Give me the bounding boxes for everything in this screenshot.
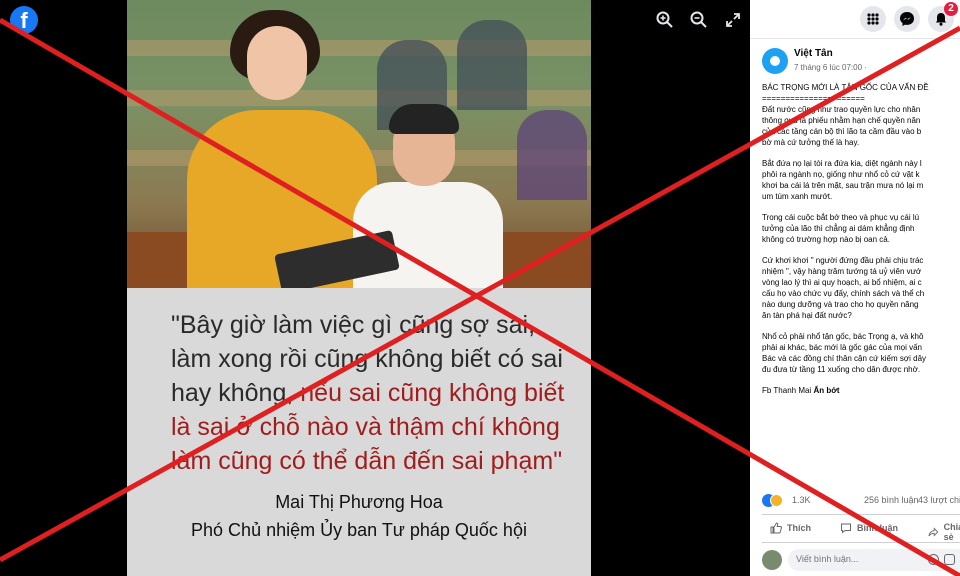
- page-avatar[interactable]: [762, 48, 788, 74]
- comment-input[interactable]: [796, 554, 926, 564]
- messenger-button[interactable]: [894, 6, 920, 32]
- reactions-row: 1.3K 256 bình luận 43 lượt chia sẻ: [762, 494, 960, 508]
- post-paragraph: Đất nước cũng như trao quyền lực cho nhâ…: [762, 105, 922, 147]
- share-icon: [928, 527, 939, 537]
- like-label: Thích: [787, 523, 811, 533]
- notification-badge: 2: [944, 2, 958, 16]
- menu-button[interactable]: [860, 6, 886, 32]
- see-less-link[interactable]: Ẩn bớt: [813, 386, 839, 395]
- fullscreen-icon[interactable]: [723, 10, 743, 30]
- notifications-button[interactable]: 2: [928, 2, 958, 32]
- post-body: BÁC TRỌNG MỚI LÀ TẬN GỐC CỦA VẤN ĐỀ ====…: [762, 82, 960, 406]
- share-button[interactable]: Chia sẻ: [928, 522, 960, 542]
- quote-author-title: Phó Chủ nhiệm Ủy ban Tư pháp Quốc hội: [191, 520, 527, 540]
- quote-author: Mai Thị Phương Hoa: [275, 492, 443, 512]
- messenger-icon: [900, 12, 914, 26]
- haha-reaction-icon: [770, 494, 783, 507]
- post-signature: Fb Thanh Mai Ẩn bớt: [762, 385, 960, 396]
- like-button[interactable]: Thích: [770, 522, 811, 534]
- comment-icon: [841, 523, 851, 534]
- zoom-out-icon[interactable]: [689, 10, 709, 30]
- header-divider: [750, 38, 960, 39]
- post-timestamp[interactable]: 7 tháng 6 lúc 07:00 ·: [794, 63, 867, 72]
- photo-viewer: f "Bây giờ làm việc gì cũng sợ sai, làm …: [0, 0, 750, 576]
- reactions-icons[interactable]: [762, 494, 784, 508]
- screenshot-root: f "Bây giờ làm việc gì cũng sợ sai, làm …: [0, 0, 960, 576]
- action-row: Thích Bình luận Chia sẻ: [762, 520, 960, 542]
- camera-icon[interactable]: [944, 554, 955, 565]
- signature-text: Fb Thanh Mai: [762, 386, 812, 395]
- quote-text: "Bây giờ làm việc gì cũng sợ sai, làm xo…: [171, 308, 571, 478]
- reactions-divider: [762, 514, 960, 515]
- emoji-icon[interactable]: [928, 554, 939, 565]
- reactions-count[interactable]: 1.3K: [792, 495, 811, 505]
- actions-divider: [762, 542, 960, 543]
- comment-label: Bình luận: [857, 523, 898, 533]
- post-paragraph: Trong cái cuộc bắt bớ theo và phục vụ cá…: [762, 213, 920, 244]
- post-image: "Bây giờ làm việc gì cũng sợ sai, làm xo…: [127, 0, 591, 576]
- avatar[interactable]: [762, 550, 782, 570]
- news-photo: [127, 0, 591, 288]
- post-paragraph: Bắt đứa nọ lại tòi ra đứa kia, diệt ngàn…: [762, 159, 924, 201]
- thumbs-up-icon: [770, 522, 782, 534]
- zoom-in-icon[interactable]: [655, 10, 675, 30]
- post-paragraph: Cứ khơi khơi " người đứng đầu phải chịu …: [762, 256, 925, 320]
- share-label: Chia sẻ: [943, 522, 960, 542]
- post-paragraph: Nhổ cỏ phải nhổ tận gốc, bác Trọng ạ, và…: [762, 332, 927, 374]
- page-name[interactable]: Việt Tân: [794, 48, 833, 59]
- facebook-logo[interactable]: f: [10, 6, 38, 34]
- shares-count[interactable]: 43 lượt chia sẻ: [918, 495, 960, 505]
- comment-box[interactable]: [788, 549, 960, 571]
- facebook-logo-letter: f: [20, 8, 28, 33]
- comment-button[interactable]: Bình luận: [840, 522, 898, 534]
- viewer-toolbar: [655, 10, 743, 30]
- comments-count[interactable]: 256 bình luận: [864, 495, 919, 505]
- quote-card: "Bây giờ làm việc gì cũng sợ sai, làm xo…: [127, 288, 591, 576]
- post-divider-line: ======================: [762, 94, 865, 103]
- post-title: BÁC TRỌNG MỚI LÀ TẬN GỐC CỦA VẤN ĐỀ: [762, 83, 929, 92]
- grid-menu-icon: [867, 13, 879, 25]
- post-panel: 2 Việt Tân 7 tháng 6 lúc 07:00 · BÁC TRỌ…: [750, 0, 960, 576]
- top-nav-icons: 2: [860, 2, 958, 32]
